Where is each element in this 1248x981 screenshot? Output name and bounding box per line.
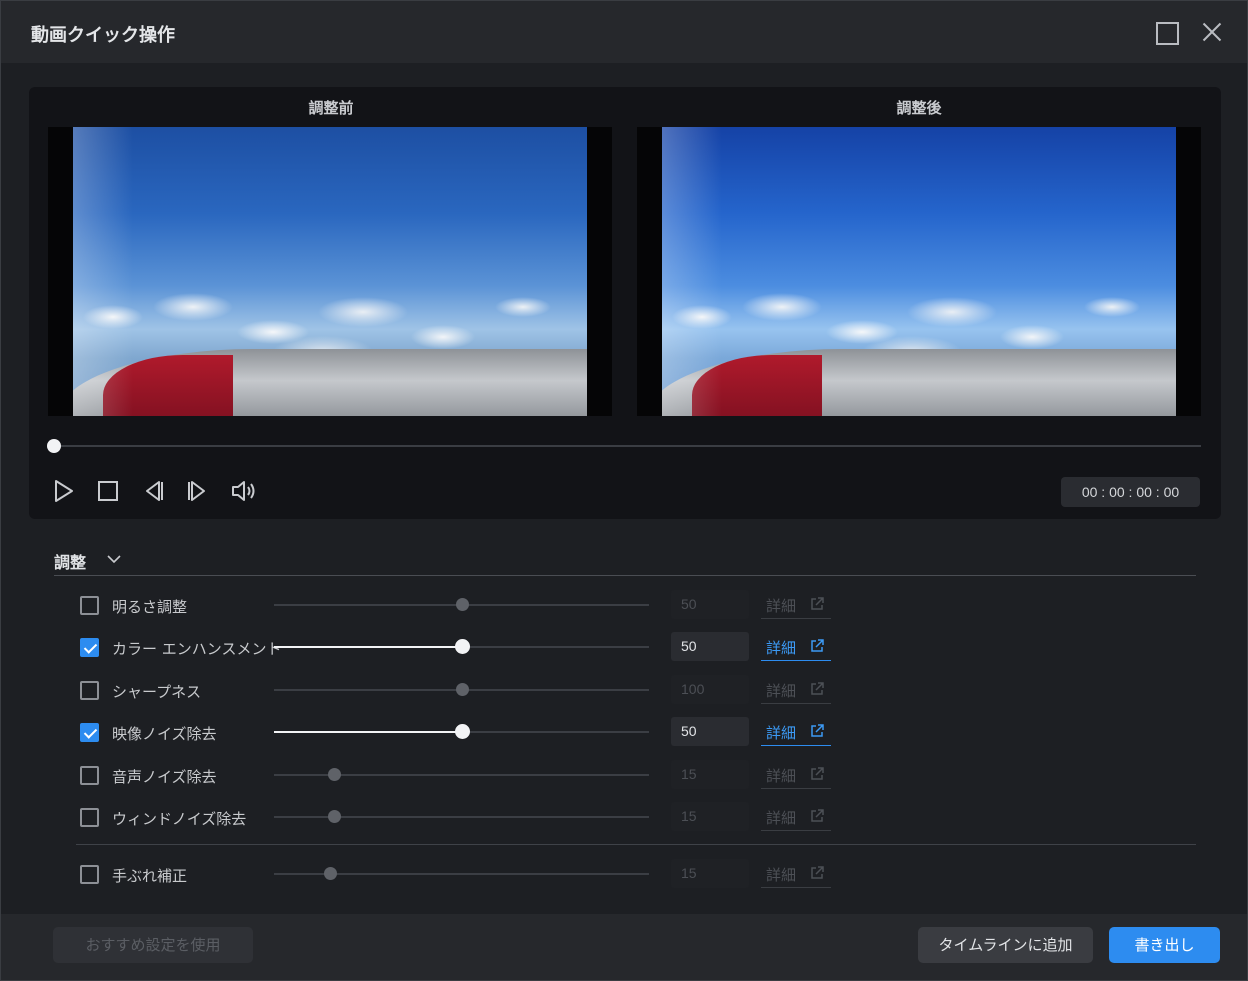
seek-bar[interactable]: [54, 445, 1201, 447]
external-link-icon: [809, 865, 825, 881]
adjust-row-color-enhancement: カラー エンハンスメント 50 詳細: [80, 631, 840, 661]
adjust-row-stabilization: 手ぶれ補正 15 詳細: [80, 858, 840, 888]
value-field-wind-denoise[interactable]: 15: [671, 802, 749, 831]
detail-link-color-enhancement[interactable]: 詳細: [761, 633, 831, 661]
before-label: 調整前: [308, 99, 354, 117]
detail-label: 詳細: [766, 724, 797, 742]
value-field-video-denoise[interactable]: 50: [671, 717, 749, 746]
adjust-row-audio-denoise: 音声ノイズ除去 15 詳細: [80, 759, 840, 789]
next-frame-icon[interactable]: [184, 477, 212, 505]
adjust-row-sharpness: シャープネス 100 詳細: [80, 674, 840, 704]
slider-wind-denoise[interactable]: [274, 810, 649, 823]
slider-knob[interactable]: [455, 639, 470, 654]
detail-label: 詳細: [766, 639, 797, 657]
label-video-denoise: 映像ノイズ除去: [112, 725, 217, 743]
detail-label: 詳細: [766, 597, 797, 615]
value-field-sharpness[interactable]: 100: [671, 675, 749, 704]
slider-knob[interactable]: [456, 598, 469, 611]
value-field-stabilization[interactable]: 15: [671, 859, 749, 888]
detail-label: 詳細: [766, 866, 797, 884]
recommend-settings-button[interactable]: おすすめ設定を使用: [53, 927, 253, 963]
external-link-icon: [809, 638, 825, 654]
detail-link-audio-denoise[interactable]: 詳細: [761, 761, 831, 789]
detail-label: 詳細: [766, 809, 797, 827]
preview-before: [48, 127, 612, 416]
label-audio-denoise: 音声ノイズ除去: [112, 768, 217, 786]
detail-label: 詳細: [766, 767, 797, 785]
preview-after: [637, 127, 1201, 416]
value-field-color-enhancement[interactable]: 50: [671, 632, 749, 661]
section-divider: [54, 575, 1196, 576]
checkbox-brightness[interactable]: [80, 596, 99, 615]
external-link-icon: [809, 681, 825, 697]
stabilization-divider: [76, 844, 1196, 845]
external-link-icon: [809, 766, 825, 782]
slider-stabilization[interactable]: [274, 867, 649, 880]
value-field-brightness[interactable]: 50: [671, 590, 749, 619]
export-button[interactable]: 書き出し: [1109, 927, 1220, 963]
detail-link-sharpness[interactable]: 詳細: [761, 676, 831, 704]
value-field-audio-denoise[interactable]: 15: [671, 760, 749, 789]
slider-knob[interactable]: [324, 867, 337, 880]
checkbox-wind-denoise[interactable]: [80, 808, 99, 827]
label-sharpness: シャープネス: [112, 683, 202, 701]
external-link-icon: [809, 596, 825, 612]
dialog-title: 動画クイック操作: [31, 25, 175, 46]
title-bar: 動画クイック操作: [1, 1, 1247, 63]
checkbox-stabilization[interactable]: [80, 865, 99, 884]
detail-link-video-denoise[interactable]: 詳細: [761, 718, 831, 746]
slider-knob[interactable]: [328, 810, 341, 823]
slider-sharpness[interactable]: [274, 683, 649, 696]
seek-thumb[interactable]: [47, 439, 61, 453]
play-icon[interactable]: [49, 477, 77, 505]
close-icon[interactable]: [1200, 20, 1224, 44]
label-brightness: 明るさ調整: [112, 598, 188, 616]
checkbox-audio-denoise[interactable]: [80, 766, 99, 785]
after-label: 調整後: [896, 99, 942, 117]
checkbox-video-denoise[interactable]: [80, 723, 99, 742]
checkbox-sharpness[interactable]: [80, 681, 99, 700]
detail-label: 詳細: [766, 682, 797, 700]
adjust-section-title: 調整: [54, 553, 87, 572]
volume-icon[interactable]: [229, 477, 257, 505]
maximize-icon[interactable]: [1154, 20, 1179, 45]
slider-knob[interactable]: [328, 768, 341, 781]
external-link-icon: [809, 808, 825, 824]
slider-video-denoise[interactable]: [274, 724, 649, 739]
label-wind-denoise: ウィンドノイズ除去: [112, 810, 247, 828]
slider-audio-denoise[interactable]: [274, 768, 649, 781]
add-to-timeline-button[interactable]: タイムラインに追加: [918, 927, 1093, 963]
adjust-row-video-denoise: 映像ノイズ除去 50 詳細: [80, 716, 840, 746]
label-color-enhancement: カラー エンハンスメント: [112, 640, 282, 658]
chevron-down-icon: [106, 551, 122, 567]
label-stabilization: 手ぶれ補正: [112, 867, 188, 885]
timecode: 00 : 00 : 00 : 00: [1061, 477, 1200, 507]
detail-link-brightness[interactable]: 詳細: [761, 591, 831, 619]
external-link-icon: [809, 723, 825, 739]
slider-brightness[interactable]: [274, 598, 649, 611]
adjust-row-brightness: 明るさ調整 50 詳細: [80, 589, 840, 619]
checkbox-color-enhancement[interactable]: [80, 638, 99, 657]
adjust-row-wind-denoise: ウィンドノイズ除去 15 詳細: [80, 801, 840, 831]
slider-knob[interactable]: [455, 724, 470, 739]
slider-color-enhancement[interactable]: [274, 639, 649, 654]
quick-edit-dialog: 動画クイック操作 調整前 調整後 00: 00: 00: 00 調整 明る…: [0, 0, 1248, 981]
stop-icon[interactable]: [94, 477, 122, 505]
slider-knob[interactable]: [456, 683, 469, 696]
detail-link-stabilization[interactable]: 詳細: [761, 860, 831, 888]
detail-link-wind-denoise[interactable]: 詳細: [761, 803, 831, 831]
adjust-section-header[interactable]: 調整: [54, 549, 121, 572]
prev-frame-icon[interactable]: [139, 477, 167, 505]
